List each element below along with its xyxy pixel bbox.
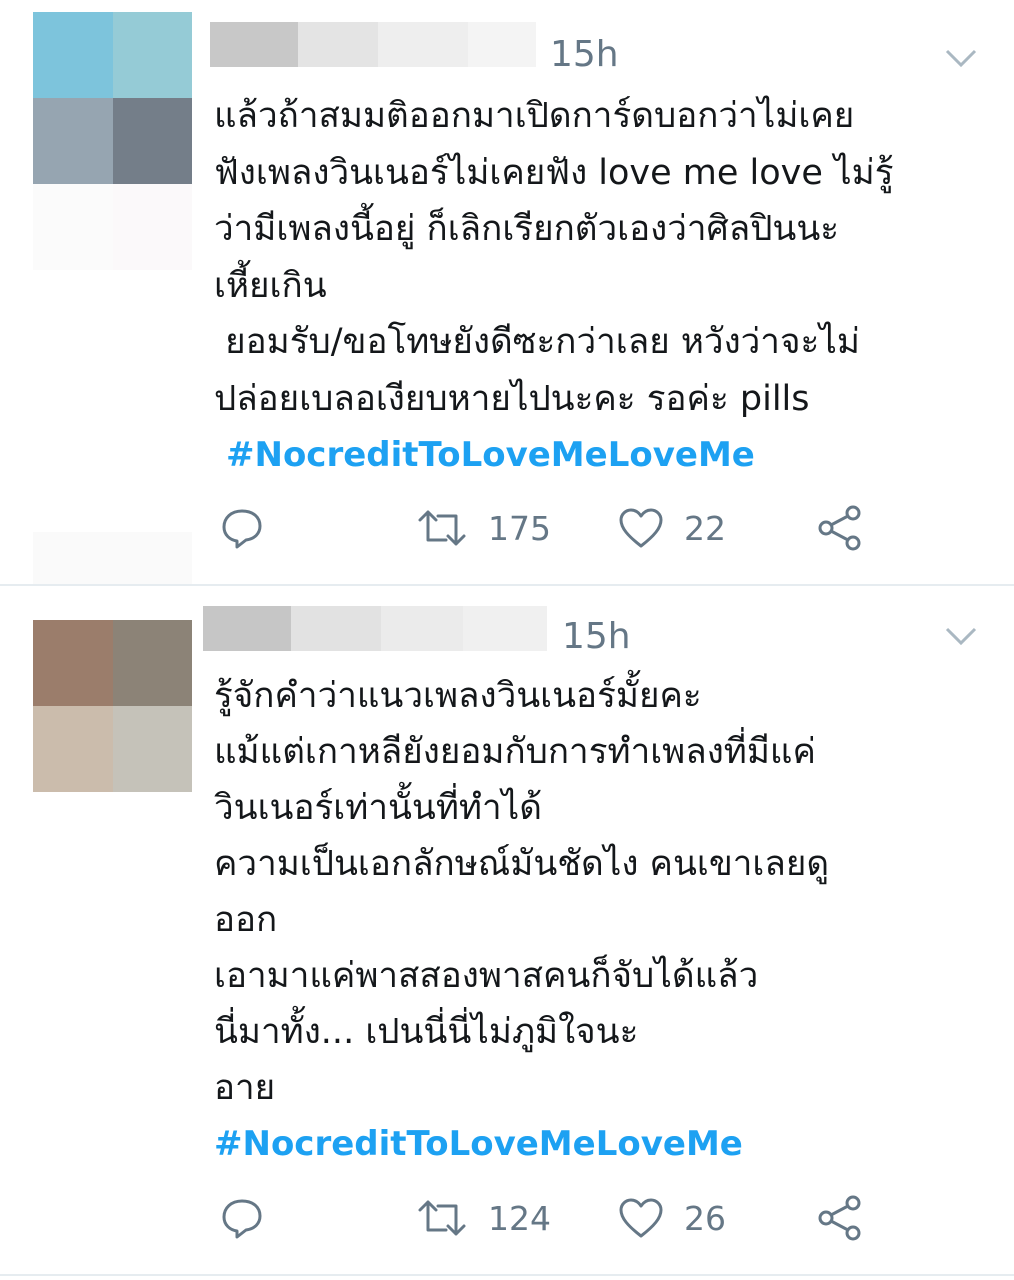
tweet: 15h แล้วถ้าสมมติออกมาเปิดการ์ดบอกว่าไม่เ… [0, 0, 1014, 585]
retweet-button[interactable]: 175 [416, 503, 551, 553]
tweet-text-line: ยอมรับ/ขอโทษยังดีซะกว่าเลย หวังว่าจะไม่ [214, 322, 860, 362]
retweet-icon [418, 1200, 466, 1236]
tweet: 15h รู้จักคำว่าแนวเพลงวินเนอร์มั้ยคะ แม้… [0, 586, 1014, 1280]
username-blurred[interactable] [210, 22, 536, 67]
username-blurred[interactable] [203, 606, 547, 651]
retweet-icon [418, 510, 466, 546]
tweet-actions: 124 26 [0, 1193, 1014, 1243]
tweet-text-line: ว่ามีเพลงนี้อยู่ ก็เลิกเรียกตัวเองว่าศิล… [214, 209, 840, 249]
reply-button[interactable] [220, 1193, 264, 1243]
like-icon [619, 1198, 663, 1238]
tweet-text-line: ฟังเพลงวินเนอร์ไม่เคยฟัง love me love ไม… [214, 152, 894, 193]
tweet-text-line: นี่มาทั้ง... เปนนี่นี่ไม่ภูมิใจนะ [214, 1012, 639, 1052]
tweet-text-line: วินเนอร์เท่านั้นที่ทำได้ [214, 788, 542, 828]
share-icon [818, 505, 861, 551]
avatar[interactable] [33, 620, 192, 792]
tweet-text-line: รู้จักคำว่าแนวเพลงวินเนอร์มั้ยคะ [214, 676, 702, 716]
hashtag-link[interactable]: #NocreditToLoveMeLoveMe [214, 1116, 994, 1172]
share-button[interactable] [816, 503, 864, 553]
tweet-text-line: ออก [214, 900, 278, 940]
avatar-shadow [33, 532, 192, 584]
retweet-count: 124 [488, 1198, 551, 1238]
share-icon [818, 1195, 861, 1241]
avatar[interactable] [33, 12, 192, 270]
like-icon [619, 508, 663, 548]
tweet-divider [0, 1274, 1014, 1276]
tweet-text-line: ความเป็นเอกลักษณ์มันชัดไง คนเขาเลยดู [214, 844, 830, 884]
tweet-text-line: อาย [214, 1068, 276, 1108]
tweet-text-line: เหี้ยเกิน [214, 265, 327, 306]
reply-icon [222, 1199, 262, 1239]
tweet-text-line: ปล่อยเบลอเงียบหายไปนะคะ รอค่ะ pills [214, 378, 810, 419]
tweet-timestamp: 15h [550, 34, 619, 75]
retweet-count: 175 [488, 508, 551, 548]
like-count: 26 [684, 1198, 726, 1238]
tweet-text-line: แล้วถ้าสมมติออกมาเปิดการ์ดบอกว่าไม่เคย [214, 96, 855, 136]
tweet-text: รู้จักคำว่าแนวเพลงวินเนอร์มั้ยคะ แม้แต่เ… [214, 668, 994, 1172]
chevron-down-icon[interactable] [944, 46, 978, 70]
retweet-button[interactable]: 124 [416, 1193, 551, 1243]
chevron-down-icon[interactable] [944, 624, 978, 648]
like-button[interactable]: 26 [618, 1193, 726, 1243]
reply-button[interactable] [220, 503, 264, 553]
tweet-text: แล้วถ้าสมมติออกมาเปิดการ์ดบอกว่าไม่เคย ฟ… [214, 88, 994, 484]
like-count: 22 [684, 508, 726, 548]
hashtag-link[interactable]: #NocreditToLoveMeLoveMe [226, 427, 994, 484]
tweet-text-line: แม้แต่เกาหลียังยอมกับการทำเพลงที่มีแค่ [214, 732, 816, 772]
like-button[interactable]: 22 [618, 503, 726, 553]
reply-icon [222, 509, 262, 549]
tweet-timestamp: 15h [562, 616, 631, 657]
tweet-text-line: เอามาแค่พาสสองพาสคนก็จับได้แล้ว [214, 956, 759, 996]
share-button[interactable] [816, 1193, 864, 1243]
